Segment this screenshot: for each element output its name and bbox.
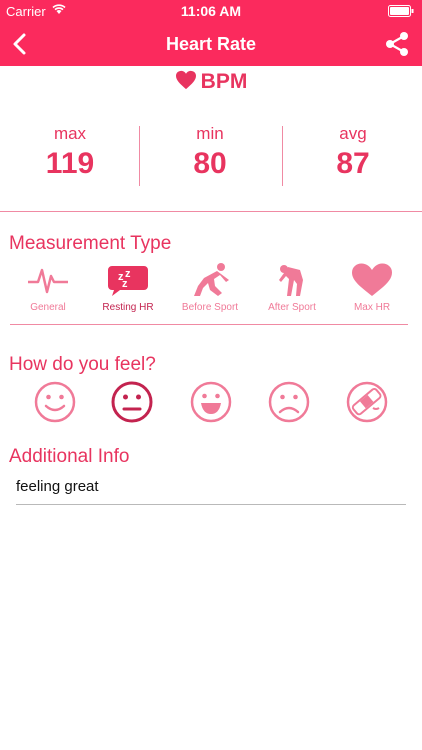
additional-info-container	[16, 478, 406, 505]
option-label: Before Sport	[181, 302, 239, 313]
neutral-face-icon[interactable]	[110, 380, 154, 424]
stat-avg: avg 87	[283, 124, 422, 182]
bpm-heading: BPM	[0, 70, 422, 94]
navigation-bar: Heart Rate	[0, 22, 422, 66]
measurement-type-selector: General z z z Resting HR Before Sport Af…	[10, 262, 408, 318]
sleep-zzz-icon: z z z	[108, 266, 148, 296]
bpm-stats: max 119 min 80 avg 87	[0, 124, 422, 188]
measurement-type-title: Measurement Type	[9, 233, 172, 254]
option-label: General	[30, 302, 66, 313]
smile-face-icon[interactable]	[33, 380, 77, 424]
measurement-option-general[interactable]: General	[8, 262, 88, 313]
status-bar: Carrier 11:06 AM	[0, 0, 422, 22]
additional-info-input[interactable]	[16, 478, 406, 495]
measurement-option-before-sport[interactable]: Before Sport	[170, 262, 250, 313]
divider	[0, 211, 422, 212]
option-label: Max HR	[353, 302, 391, 313]
feel-title: How do you feel?	[9, 354, 156, 375]
clock: 11:06 AM	[180, 3, 242, 19]
app-header: Carrier 11:06 AM Heart Rate	[0, 0, 422, 66]
tired-runner-icon	[279, 265, 303, 296]
stat-label: avg	[339, 124, 367, 143]
stat-value: 80	[193, 147, 227, 180]
measurement-option-max-hr[interactable]: Max HR	[332, 262, 412, 313]
additional-info-title: Additional Info	[9, 446, 130, 467]
battery-icon	[388, 5, 414, 17]
sprinter-icon	[194, 263, 229, 296]
measurement-option-after-sport[interactable]: After Sport	[252, 262, 332, 313]
stat-value: 87	[336, 147, 370, 180]
option-label: After Sport	[268, 302, 316, 313]
happy-face-icon[interactable]	[189, 380, 233, 424]
heart-icon	[175, 70, 196, 90]
stat-label: min	[196, 124, 224, 143]
stat-min: min 80	[140, 124, 280, 182]
svg-text:z: z	[122, 278, 128, 290]
heart-icon	[352, 263, 392, 296]
share-icon[interactable]	[384, 30, 410, 58]
stat-value: 119	[45, 147, 95, 180]
sad-face-icon[interactable]	[267, 380, 311, 424]
stat-label: max	[53, 124, 87, 143]
divider	[10, 324, 408, 325]
sick-face-icon[interactable]	[345, 380, 389, 424]
heartbeat-line-icon	[28, 268, 68, 294]
measurement-option-resting[interactable]: z z z Resting HR	[88, 262, 168, 313]
option-label: Resting HR	[102, 302, 154, 313]
stat-max: max 119	[0, 124, 140, 182]
page-title: Heart Rate	[165, 34, 257, 54]
bpm-label: BPM	[200, 70, 248, 93]
mood-selector	[0, 380, 422, 426]
